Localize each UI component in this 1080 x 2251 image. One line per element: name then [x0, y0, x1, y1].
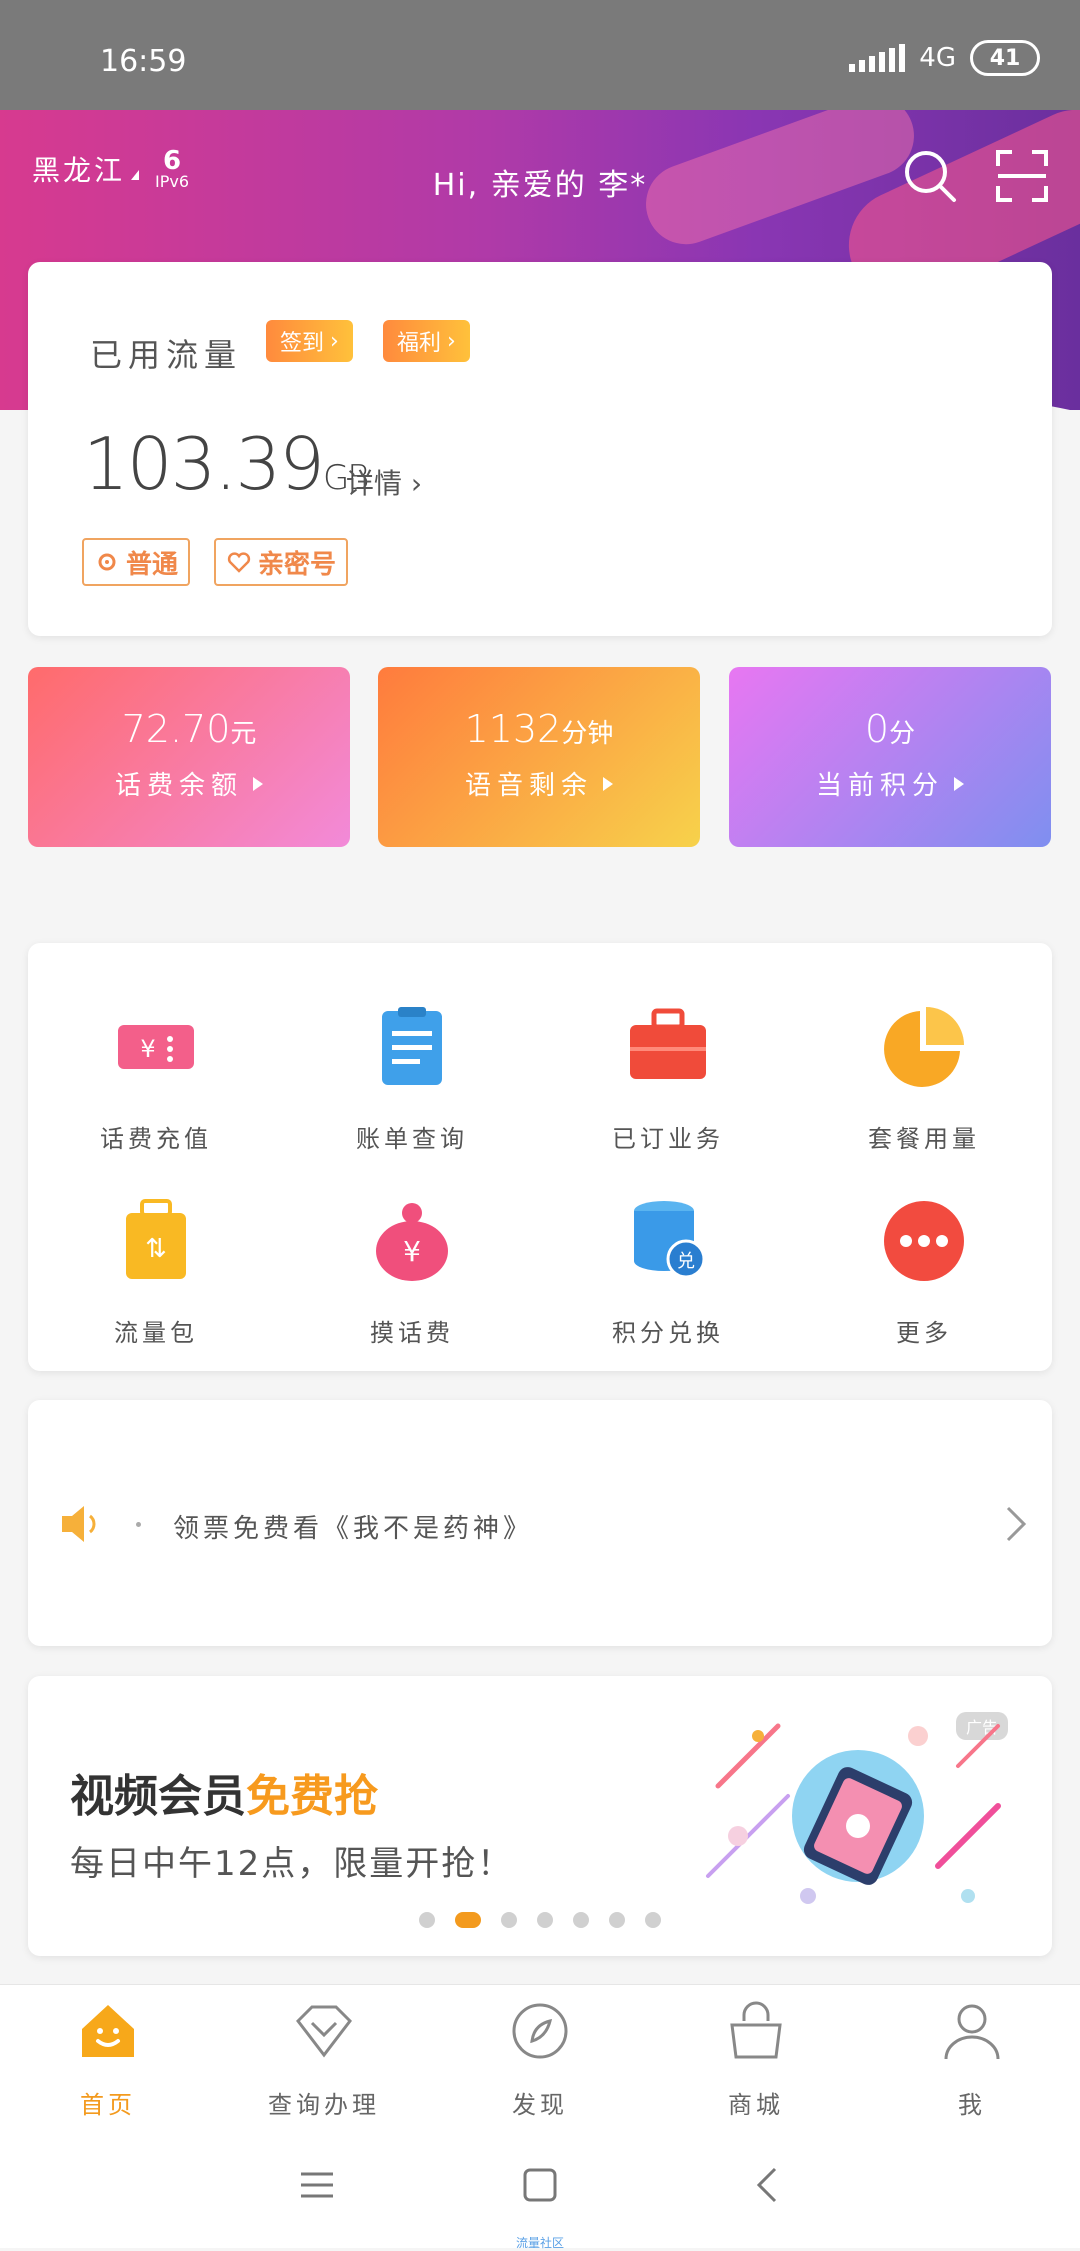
service-plan-usage[interactable]: 套餐用量	[796, 1003, 1052, 1154]
tab-home[interactable]: 首页	[8, 1999, 208, 2120]
plan-tag-normal: 普通	[82, 538, 191, 586]
status-indicators: 4G 41	[849, 40, 1040, 76]
carousel-dot[interactable]	[419, 1912, 435, 1928]
heart-icon	[227, 552, 251, 573]
service-touch-credit[interactable]: ¥ 摸话费	[284, 1197, 540, 1348]
scan-icon[interactable]	[994, 148, 1050, 208]
battery-level: 41	[989, 45, 1021, 71]
svg-text:兑: 兑	[677, 1251, 695, 1272]
ad-banner[interactable]: 视频会员免费抢 每日中午12点，限量开抢！ 广告	[28, 1676, 1052, 1956]
usage-detail-link[interactable]: 详情 ›	[346, 462, 422, 502]
signal-icon	[849, 44, 906, 72]
bill-clipboard-icon	[368, 1003, 456, 1091]
system-nav-bar	[0, 2118, 1080, 2248]
ad-subtitle: 每日中午12点，限量开抢！	[70, 1844, 514, 1884]
service-more[interactable]: 更多	[796, 1197, 1052, 1348]
search-icon[interactable]	[902, 148, 958, 208]
diamond-icon	[224, 1999, 424, 2063]
tab-mall[interactable]: 商城	[656, 1999, 856, 2120]
usage-title: 已用流量	[90, 336, 243, 374]
phone-promo-illustration	[698, 1706, 1018, 1920]
service-bill[interactable]: 账单查询	[284, 1003, 540, 1154]
home-square-icon[interactable]	[515, 2160, 565, 2210]
bottom-tab-bar: 首页 查询办理 发现 商城 我	[0, 1984, 1080, 2119]
home-icon	[8, 1999, 208, 2063]
status-time: 16:59	[100, 44, 187, 79]
pie-chart-icon	[880, 1003, 968, 1091]
play-arrow-icon	[954, 776, 964, 791]
welfare-button[interactable]: 福利 ›	[383, 320, 470, 362]
recharge-ticket-icon: ¥	[112, 1003, 200, 1091]
battery-icon: 41	[970, 40, 1040, 76]
carousel-dot[interactable]	[645, 1912, 661, 1928]
play-arrow-icon	[253, 776, 263, 791]
points-database-icon: 兑	[624, 1197, 712, 1285]
carousel-dot[interactable]	[501, 1912, 517, 1928]
network-type: 4G	[919, 43, 956, 73]
compass-icon	[440, 1999, 640, 2063]
chevron-right-icon	[1004, 1504, 1028, 1548]
carousel-dot[interactable]	[455, 1912, 481, 1928]
service-subscriptions[interactable]: 已订业务	[540, 1003, 796, 1154]
voice-remaining-card[interactable]: 1132分钟 语音剩余	[378, 667, 700, 847]
tab-query[interactable]: 查询办理	[224, 1999, 424, 2120]
signin-button[interactable]: 签到 ›	[266, 320, 353, 362]
svg-text:¥: ¥	[140, 1035, 155, 1063]
balance-card[interactable]: 72.70元 话费余额	[28, 667, 350, 847]
notice-text: 领票免费看《我不是药神》	[173, 1514, 534, 1544]
status-bar: 16:59 4G 41	[0, 0, 1080, 110]
money-bag-icon: ¥	[368, 1197, 456, 1285]
menu-icon[interactable]	[292, 2160, 342, 2210]
speaker-icon	[56, 1500, 104, 1552]
notice-card[interactable]: 领票免费看《我不是药神》	[28, 1400, 1052, 1646]
usage-value: 103.39GB	[83, 422, 370, 506]
nav-caption: 流量社区	[515, 2236, 564, 2250]
plan-tag-intimate: 亲密号	[214, 538, 349, 586]
service-grid: ¥ 话费充值 账单查询 已订业务 套餐用量 ⇅ 流量包 ¥ 摸话费 兑 积分兑换…	[28, 943, 1052, 1371]
more-dots-icon	[880, 1197, 968, 1285]
data-bag-icon: ⇅	[112, 1197, 200, 1285]
points-card[interactable]: 0分 当前积分	[729, 667, 1051, 847]
svg-text:¥: ¥	[403, 1235, 421, 1268]
tab-me[interactable]: 我	[872, 1999, 1072, 2120]
back-icon[interactable]	[742, 2160, 792, 2210]
ad-title: 视频会员免费抢	[70, 1771, 378, 1822]
tab-discover[interactable]: 发现	[440, 1999, 640, 2120]
service-data-pack[interactable]: ⇅ 流量包	[28, 1197, 284, 1348]
carousel-dot[interactable]	[573, 1912, 589, 1928]
carousel-indicator	[28, 1912, 1052, 1928]
notice-dot-icon	[136, 1522, 141, 1527]
briefcase-icon	[624, 1003, 712, 1091]
data-usage-card: 已用流量 签到 › 福利 › 103.39GB 详情 › 普通 亲密号	[28, 262, 1052, 636]
service-points-exchange[interactable]: 兑 积分兑换	[540, 1197, 796, 1348]
play-arrow-icon	[603, 776, 613, 791]
svg-text:⇅: ⇅	[145, 1234, 167, 1264]
service-recharge[interactable]: ¥ 话费充值	[28, 1003, 284, 1154]
header-actions	[902, 148, 1050, 208]
shopping-bag-icon	[656, 1999, 856, 2063]
carousel-dot[interactable]	[537, 1912, 553, 1928]
person-icon	[872, 1999, 1072, 2063]
carousel-dot[interactable]	[609, 1912, 625, 1928]
gear-icon	[98, 553, 116, 571]
